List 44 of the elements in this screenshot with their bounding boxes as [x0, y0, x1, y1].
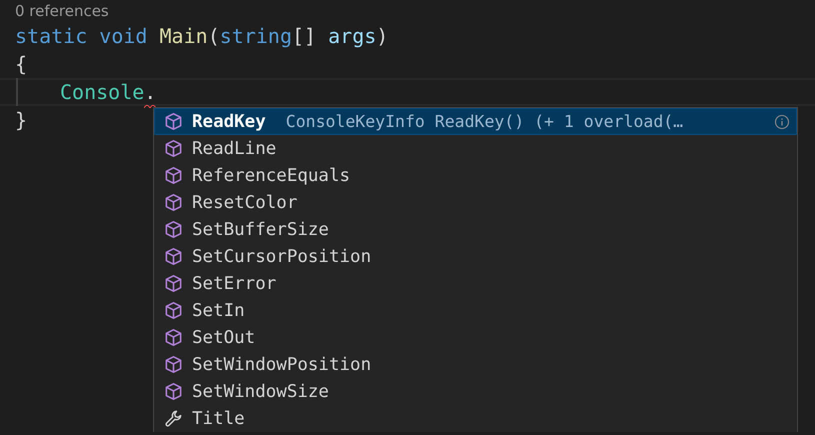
suggestion-label: SetOut — [192, 328, 256, 348]
suggestion-label: SetIn — [192, 300, 245, 320]
cube-icon — [164, 193, 183, 212]
cube-icon — [164, 274, 183, 293]
suggestion-label: ReadLine — [192, 138, 276, 158]
suggestion-label: SetCursorPosition — [192, 246, 372, 266]
cube-icon — [164, 112, 183, 131]
cube-icon — [164, 355, 183, 374]
suggestion-label: ResetColor — [192, 192, 298, 212]
suggestion-item[interactable]: ReferenceEquals — [154, 162, 797, 189]
suggestion-item[interactable]: SetIn — [154, 297, 797, 324]
cube-icon — [164, 166, 183, 185]
suggestion-item[interactable]: SetError — [154, 270, 797, 297]
suggestion-label: ReadKey — [192, 112, 266, 132]
cube-icon — [164, 328, 183, 347]
suggestion-item[interactable]: SetWindowPosition — [154, 351, 797, 378]
cube-icon — [164, 220, 183, 239]
code-line: static void Main(string[] args) — [15, 23, 388, 50]
cube-icon — [164, 139, 183, 158]
suggestion-label: ReferenceEquals — [192, 166, 350, 186]
codelens-link[interactable]: 0 references — [15, 0, 109, 22]
indent-guide — [16, 78, 18, 106]
suggestion-item[interactable]: SetOut — [154, 324, 797, 351]
suggestion-item[interactable]: ReadKey ConsoleKeyInfo ReadKey() (+ 1 overload(… — [154, 108, 797, 135]
cube-icon — [164, 247, 183, 266]
suggestion-label: SetError — [192, 274, 276, 294]
suggestion-label: SetWindowSize — [192, 382, 329, 402]
suggestion-item[interactable]: Title — [154, 405, 797, 432]
cube-icon — [164, 301, 183, 320]
wrench-icon — [164, 409, 183, 428]
suggestion-item[interactable]: SetBufferSize — [154, 216, 797, 243]
suggestion-item[interactable]: SetCursorPosition — [154, 243, 797, 270]
suggestion-item[interactable]: SetWindowSize — [154, 378, 797, 405]
suggestion-label: SetBufferSize — [192, 220, 329, 240]
suggestion-label: SetWindowPosition — [192, 354, 372, 374]
suggestion-label: Title — [192, 408, 245, 428]
suggestion-item[interactable]: ResetColor — [154, 189, 797, 216]
code-line: Console. — [60, 80, 156, 104]
code-line: } — [15, 107, 28, 134]
suggestion-detail: ConsoleKeyInfo ReadKey() (+ 1 overload(… — [286, 112, 684, 131]
suggestion-item[interactable]: ReadLine — [154, 135, 797, 162]
code-line: { — [15, 51, 28, 78]
info-icon[interactable] — [774, 114, 790, 130]
cube-icon — [164, 382, 183, 401]
